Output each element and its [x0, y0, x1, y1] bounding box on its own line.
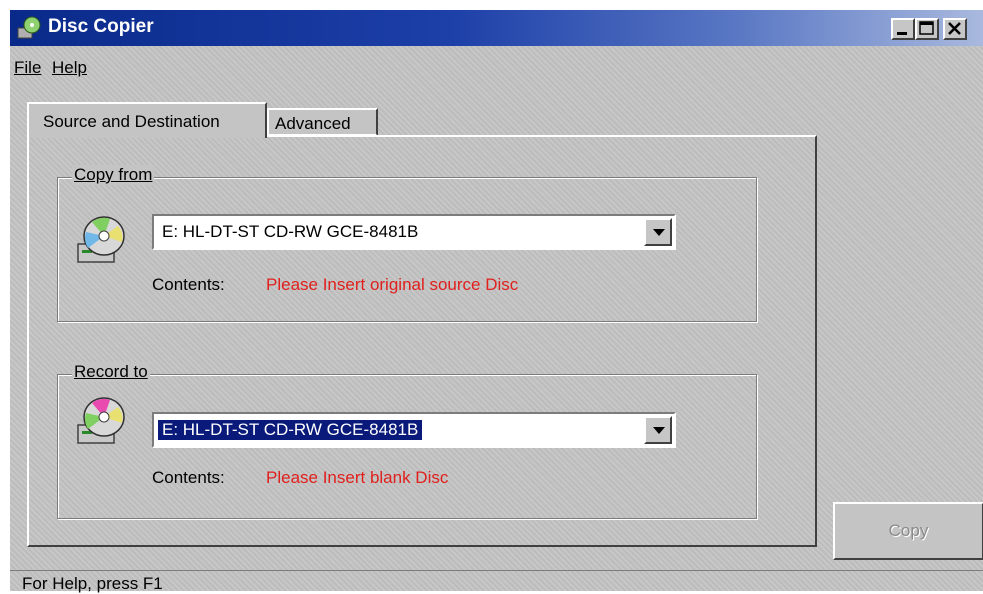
- menu-file[interactable]: File: [14, 58, 41, 78]
- menu-bar: File Help: [10, 54, 983, 80]
- copy-from-group: Copy from E: HL-DT-ST CD-RW GCE-8481B Co…: [57, 165, 757, 322]
- copy-from-label-text: Copy from: [74, 165, 153, 184]
- maximize-button[interactable]: [915, 18, 939, 40]
- menu-help[interactable]: Help: [52, 58, 87, 78]
- disc-copier-window: Disc Copier File Help Source and Destina…: [8, 8, 983, 594]
- tab-panel: Copy from E: HL-DT-ST CD-RW GCE-8481B Co…: [27, 135, 817, 547]
- cd-drive-icon: [77, 397, 125, 444]
- record-to-label-text: Record to: [74, 362, 148, 381]
- menu-help-label: Help: [52, 58, 87, 77]
- tab-advanced[interactable]: Advanced: [267, 108, 378, 136]
- tab-source-destination[interactable]: Source and Destination: [27, 102, 267, 138]
- disc-copier-icon: [17, 16, 41, 39]
- minimize-button[interactable]: [891, 18, 915, 40]
- record-to-dropdown-button[interactable]: [644, 416, 672, 444]
- copy-button[interactable]: Copy: [833, 502, 983, 560]
- cd-drive-icon: [77, 216, 125, 263]
- maximize-icon: [919, 21, 934, 35]
- status-bar: For Help, press F1: [10, 570, 983, 594]
- copy-from-drive-value: E: HL-DT-ST CD-RW GCE-8481B: [162, 222, 419, 241]
- chevron-down-icon: [653, 427, 665, 434]
- copy-from-drive-select[interactable]: E: HL-DT-ST CD-RW GCE-8481B: [152, 214, 676, 250]
- menu-file-label: File: [14, 58, 42, 77]
- tab-advanced-label: Advanced: [275, 114, 351, 133]
- window-title: Disc Copier: [48, 16, 154, 37]
- record-to-drive-select[interactable]: E: HL-DT-ST CD-RW GCE-8481B: [152, 412, 676, 448]
- copy-from-dropdown-button[interactable]: [644, 218, 672, 246]
- close-icon: [948, 22, 961, 35]
- close-button[interactable]: [943, 18, 967, 40]
- status-text: For Help, press F1: [22, 574, 163, 593]
- record-to-drive-value: E: HL-DT-ST CD-RW GCE-8481B: [158, 420, 423, 440]
- record-to-label: Record to: [72, 362, 150, 382]
- title-bar[interactable]: Disc Copier: [10, 10, 983, 46]
- chevron-down-icon: [653, 229, 665, 236]
- copy-from-contents-value: Please Insert original source Disc: [266, 275, 519, 294]
- minimize-icon: [897, 32, 907, 35]
- record-to-group: Record to E: HL-DT-ST CD-RW GCE-8481B Co…: [57, 362, 757, 519]
- copy-from-label: Copy from: [72, 165, 155, 185]
- copy-from-contents-label: Contents:: [152, 275, 225, 294]
- record-to-contents-label: Contents:: [152, 468, 225, 487]
- tab-source-destination-label: Source and Destination: [43, 112, 220, 131]
- record-to-contents-value: Please Insert blank Disc: [266, 468, 449, 487]
